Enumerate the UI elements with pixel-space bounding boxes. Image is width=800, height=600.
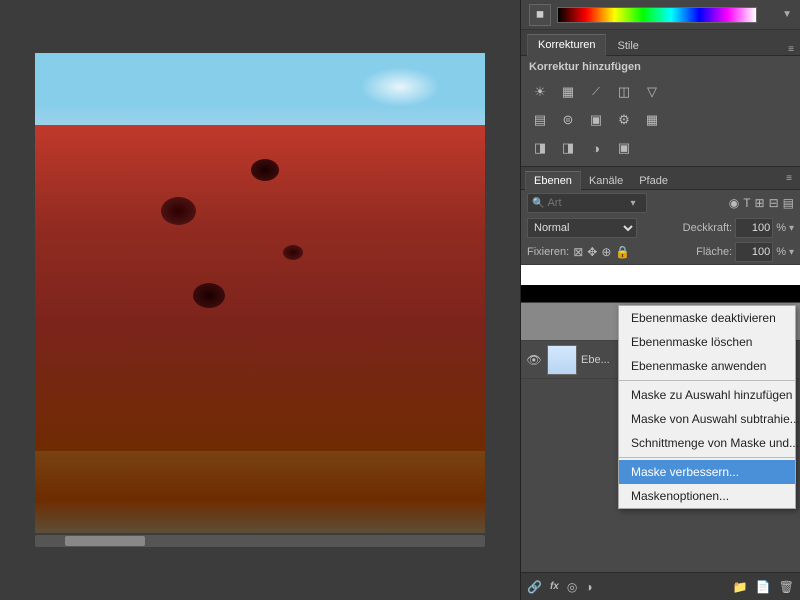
filter-adj-icon[interactable]: T [743,196,750,210]
exposure-icon[interactable]: ◫ [613,81,635,103]
invert-icon[interactable]: ◨ [529,137,551,159]
search-row: 🔍 ▾ ◉ T ⊞ ⊟ ▤ [521,190,800,216]
cave-hole-4 [193,283,225,308]
gradient-bar-area: ◼ ▼ [521,0,800,30]
ctx-item-deactivate[interactable]: Ebenenmaske deaktivieren [619,306,795,330]
color-picker-icon[interactable]: ◼ [529,4,551,26]
opacity-input[interactable] [735,218,773,238]
tab-korrekturen[interactable]: Korrekturen [527,34,606,56]
fix-row: Fixieren: ⊠ ✥ ⊕ 🔒 Fläche: % ▾ [521,240,800,265]
canvas-image[interactable] [35,53,485,533]
new-group-icon[interactable]: 📁 [733,580,748,594]
ground-layer [35,451,485,533]
fix-label: Fixieren: [527,246,569,258]
new-layer-icon[interactable]: 📄 [756,580,771,594]
fill-dropdown[interactable]: ▾ [789,247,794,258]
threshold-icon[interactable]: ◑ [585,137,607,159]
search-dropdown-arrow[interactable]: ▾ [630,198,635,209]
corrections-icons-row-2: ▤ ⊜ ▣ ⚙ ▦ [521,106,800,134]
channel-mixer-icon[interactable]: ▦ [641,109,663,131]
cave-hole-3 [283,245,303,260]
cave-hole-1 [161,197,196,225]
layer-filter-icons: ◉ T ⊞ ⊟ ▤ [729,196,794,210]
levels-icon[interactable]: ▦ [557,81,579,103]
filter-type-icon[interactable]: ⊞ [755,196,765,210]
cloud-layer [360,67,440,107]
cave-hole-2 [251,159,279,181]
tab-pfade[interactable]: Pfade [631,171,676,190]
gradient-bar[interactable] [557,7,757,23]
ctx-item-intersect[interactable]: Schnittmenge von Maske und... [619,431,795,455]
photo-filter-icon[interactable]: ⚙ [613,109,635,131]
fill-percent: % [776,246,786,258]
corrections-panel-menu[interactable]: ≡ [788,44,794,55]
new-fill-icon[interactable]: ◑ [585,580,592,594]
curves-icon[interactable]: ⟋ [585,81,607,103]
opacity-label: Deckkraft: [683,222,733,234]
opacity-dropdown[interactable]: ▾ [789,223,794,234]
corrections-icons-row-1: ☀ ▦ ⟋ ◫ ▽ [521,78,800,106]
add-mask-icon[interactable]: ◎ [567,580,577,594]
tab-ebenen[interactable]: Ebenen [525,171,581,190]
search-input[interactable] [547,197,627,209]
main-layout: ◼ ▼ Korrekturen Stile ≡ Korrektur hinzuf… [0,0,800,600]
hsl-icon[interactable]: ▤ [529,109,551,131]
ctx-separator-1 [619,380,795,381]
tab-kanaele[interactable]: Kanäle [581,171,631,190]
ctx-separator-2 [619,457,795,458]
opacity-percent: % [776,222,786,234]
color-balance-icon[interactable]: ⊜ [557,109,579,131]
lock-artboard-icon[interactable]: ⊕ [601,245,611,259]
posterize-icon[interactable]: ◨ [557,137,579,159]
layer-visibility-toggle[interactable]: 👁 [525,351,543,369]
corrections-title: Korrektur hinzufügen [521,56,800,78]
blend-mode-row: Normal Deckkraft: % ▾ [521,216,800,240]
ctx-item-add-to-sel[interactable]: Maske zu Auswahl hinzufügen [619,383,795,407]
brightness-contrast-icon[interactable]: ☀ [529,81,551,103]
layer-row[interactable]: 👁 ⛓ Hintergrund [521,265,800,303]
link-layers-icon[interactable]: 🔗 [527,580,542,594]
lock-pixel-icon[interactable]: ⊠ [573,245,583,259]
corrections-icons-row-3: ◨ ◨ ◑ ▣ [521,134,800,162]
filter-pixel-icon[interactable]: ◉ [729,196,739,210]
ctx-item-options[interactable]: Maskenoptionen... [619,484,795,508]
ctx-item-sub-from-sel[interactable]: Maske von Auswahl subtrahie... [619,407,795,431]
lock-position-icon[interactable]: ✥ [587,245,597,259]
gradient-map-icon[interactable]: ▣ [613,137,635,159]
layer-thumb-image [548,346,576,374]
layer-mask-thumbnail [591,269,621,299]
vibrance-icon[interactable]: ▽ [641,81,663,103]
lock-icons: ⊠ ✥ ⊕ 🔒 [573,245,630,259]
lock-all-icon[interactable]: 🔒 [615,245,630,259]
search-icon: 🔍 [532,198,544,209]
fill-label: Fläche: [696,246,732,258]
horizontal-scrollbar[interactable] [35,535,485,547]
tab-stile[interactable]: Stile [606,35,649,56]
fill-row: Fläche: % ▾ [696,242,794,262]
corrections-tabs: Korrekturen Stile ≡ [521,30,800,56]
blend-mode-select[interactable]: Normal [527,218,637,238]
ctx-item-apply[interactable]: Ebenenmaske anwenden [619,354,795,378]
filter-shape-icon[interactable]: ⊟ [769,196,779,210]
layers-bottom-bar: 🔗 fx ◎ ◑ 📁 📄 🗑 [521,572,800,600]
context-menu: Ebenenmaske deaktivieren Ebenenmaske lös… [618,305,796,509]
panel-collapse-button[interactable]: ▼ [782,9,792,20]
add-style-icon[interactable]: fx [550,581,559,592]
scrollbar-thumb[interactable] [65,536,145,546]
right-panel: ◼ ▼ Korrekturen Stile ≡ Korrektur hinzuf… [520,0,800,600]
ctx-item-delete[interactable]: Ebenenmaske löschen [619,330,795,354]
canvas-area [0,0,520,600]
layers-panel-menu[interactable]: ≡ [782,171,796,186]
layers-tabs: Ebenen Kanäle Pfade ≡ [521,166,800,190]
ctx-item-improve[interactable]: Maske verbessern... [619,460,795,484]
search-box[interactable]: 🔍 ▾ [527,193,647,213]
filter-smart-icon[interactable]: ▤ [783,196,794,210]
black-white-icon[interactable]: ▣ [585,109,607,131]
opacity-row: Deckkraft: % ▾ [683,218,794,238]
delete-layer-icon[interactable]: 🗑 [779,580,794,594]
layer-mask-thumbnail [591,307,621,337]
fill-input[interactable] [735,242,773,262]
layer-thumbnail [547,345,577,375]
